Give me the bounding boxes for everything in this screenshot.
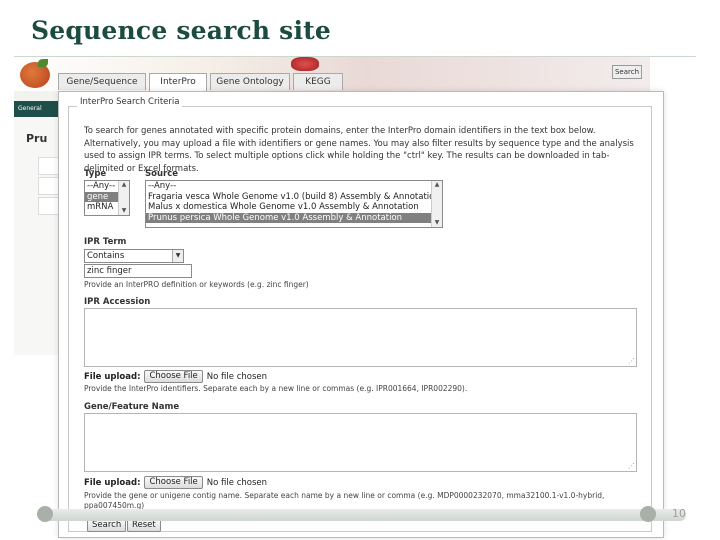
source-option[interactable]: Prunus persica Whole Genome v1.0 Assembl… [146, 212, 442, 223]
resize-handle-icon[interactable]: ⋰ [628, 463, 635, 470]
ipr-accession-help: Provide the InterPro identifiers. Separa… [84, 384, 468, 393]
ipr-term-operator-select[interactable]: Contains ▼ [84, 249, 184, 263]
page-number: 10 [672, 507, 686, 520]
ipr-accession-textarea[interactable]: ⋰ [84, 308, 637, 367]
intro-text: To search for genes annotated with speci… [84, 126, 634, 174]
tab-gene-ontology[interactable]: Gene Ontology [210, 73, 290, 90]
scroll-down-icon[interactable]: ▼ [120, 207, 128, 215]
leaf-icon [38, 59, 48, 67]
source-label: Source [145, 169, 179, 179]
sidebar-heading: Pru [26, 132, 48, 145]
resize-handle-icon[interactable]: ⋰ [628, 358, 635, 365]
source-option[interactable]: Malus x domestica Whole Genome v1.0 Asse… [146, 202, 442, 213]
gene-name-textarea[interactable]: ⋰ [84, 413, 637, 472]
ipr-term-help: Provide an InterPRO definition or keywor… [84, 280, 309, 289]
ipr-term-input[interactable]: zinc finger [84, 264, 192, 278]
gene-name-upload: File upload: Choose File No file chosen [84, 476, 267, 489]
source-scrollbar[interactable]: ▲ ▼ [431, 181, 442, 227]
site-sidebar [14, 117, 64, 355]
gene-name-label: Gene/Feature Name [84, 402, 180, 412]
type-listbox[interactable]: --Any-- gene mRNA ▲ ▼ [84, 180, 130, 216]
footer-dot [640, 506, 656, 522]
scroll-down-icon[interactable]: ▼ [433, 219, 441, 227]
chevron-down-icon[interactable]: ▼ [172, 250, 183, 262]
fieldset-legend: InterPro Search Criteria [77, 97, 183, 107]
file-upload-label: File upload: [84, 477, 141, 488]
scroll-up-icon[interactable]: ▲ [433, 181, 441, 189]
no-file-text: No file chosen [206, 371, 267, 382]
site-search-button[interactable]: Search [612, 65, 642, 79]
tab-gene-sequence[interactable]: Gene/Sequence [58, 73, 146, 90]
type-scrollbar[interactable]: ▲ ▼ [118, 181, 129, 215]
file-upload-label: File upload: [84, 371, 141, 382]
tab-interpro[interactable]: InterPro [149, 73, 207, 92]
ipr-accession-upload: File upload: Choose File No file chosen [84, 370, 267, 383]
ipr-term-label: IPR Term [84, 237, 127, 247]
source-option[interactable]: Fragaria vesca Whole Genome v1.0 (build … [146, 192, 442, 203]
fruit-banner-icon [291, 57, 319, 71]
no-file-text: No file chosen [206, 477, 267, 488]
ipr-accession-label: IPR Accession [84, 297, 151, 307]
choose-file-button[interactable]: Choose File [144, 476, 203, 489]
type-label: Type [84, 169, 107, 179]
source-option[interactable]: --Any-- [146, 181, 442, 192]
source-listbox[interactable]: --Any-- Fragaria vesca Whole Genome v1.0… [145, 180, 443, 228]
choose-file-button[interactable]: Choose File [144, 370, 203, 383]
gene-name-help: Provide the gene or unigene contig name.… [84, 491, 605, 500]
scroll-up-icon[interactable]: ▲ [120, 181, 128, 189]
ipr-term-operator-value: Contains [87, 251, 125, 261]
footer-dot [37, 506, 53, 522]
interpro-search-panel: InterPro Search Criteria To search for g… [58, 91, 664, 538]
slide-title: Sequence search site [31, 16, 332, 45]
slide-footer-bar [40, 509, 686, 521]
search-tabs: Gene/Sequence InterPro Gene Ontology KEG… [58, 73, 346, 92]
tab-kegg[interactable]: KEGG [293, 73, 343, 90]
